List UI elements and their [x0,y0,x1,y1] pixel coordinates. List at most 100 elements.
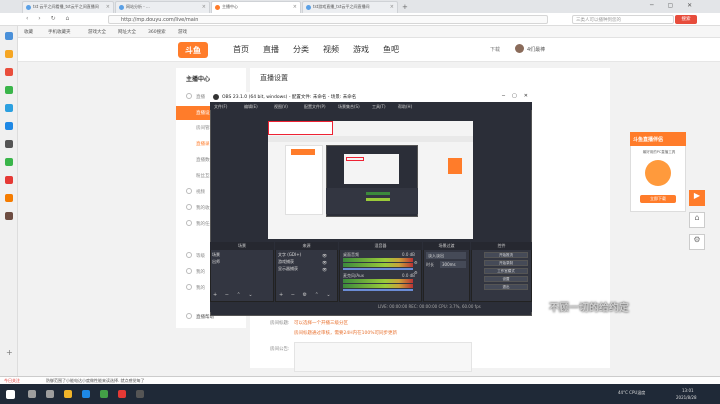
app-taskbar-icon[interactable] [118,390,126,398]
source-toolbar[interactable]: + − ⚙ ⌃ ⌄ [279,292,334,298]
volume-slider[interactable] [343,289,413,291]
nav-video[interactable]: 视频 [323,44,339,55]
obs-menu-item[interactable]: 工具(T) [372,104,386,110]
start-streaming-button[interactable]: 开始推流 [484,252,528,258]
sidebar-app-icon[interactable] [5,176,13,184]
nav-category[interactable]: 分类 [293,44,309,55]
tab-label: 主播中心 [222,4,238,9]
visibility-eye-icon[interactable]: 👁 👁 👁 [322,252,327,273]
scene-item[interactable]: 场景 [212,252,220,258]
nav-fishbar[interactable]: 鱼吧 [383,44,399,55]
sidebar-item[interactable]: 直播 [196,94,205,100]
form-note: 可以选择一个开播三级分区 [294,321,348,326]
start-recording-button[interactable]: 开始录制 [484,260,528,266]
search-icon[interactable] [28,390,36,398]
app-taskbar-icon[interactable] [100,390,108,398]
obs-menu-item[interactable]: 文件(F) [214,104,227,110]
browser-tab[interactable]: 网站分析 - ... × [115,1,210,13]
mixer-settings-icon[interactable]: ⚙ ⚙ [414,258,418,278]
settings-button[interactable]: 设置 [484,276,528,282]
browser-tab[interactable]: tst游戏直播_tst云平之间直播间 × [302,1,398,13]
preview-selection-box [268,121,333,135]
site-logo[interactable]: 斗鱼 [178,42,208,58]
sidebar-app-icon[interactable] [5,68,13,76]
obs-logo-icon [213,94,219,100]
audio-meter [343,263,413,267]
file-explorer-icon[interactable] [64,390,72,398]
nav-buttons[interactable]: ‹ › ↻ ⌂ [26,15,73,22]
obs-menu-item[interactable]: 场景集合(S) [338,104,360,110]
sidebar-app-icon[interactable] [5,32,13,40]
windows-start-icon[interactable] [6,390,15,399]
browser-tab-active[interactable]: 主播中心 × [211,1,301,13]
preview-sidebar-active [291,149,315,155]
exit-button[interactable]: 退出 [484,284,528,290]
task-view-icon[interactable] [46,390,54,398]
source-item[interactable]: 文字 (GDI+) [278,252,301,258]
bookmark-item[interactable]: 收藏 [24,29,33,35]
sidebar-item[interactable]: 视频 [196,189,205,195]
close-icon[interactable]: × [106,4,110,10]
window-controls[interactable]: ─ ▢ ✕ [650,2,698,9]
sidebar-app-icon[interactable] [5,158,13,166]
sidebar-app-icon[interactable] [5,194,13,202]
obs-menu-item[interactable]: 帮助(H) [398,104,412,110]
promo-download-button[interactable]: 立即下载 [640,195,676,203]
sidebar-app-icon[interactable] [5,50,13,58]
settings-icon[interactable]: ⚙ [689,234,705,250]
obs-menu-item[interactable]: 视图(V) [274,104,288,110]
bookmark-item[interactable]: 游戏 [178,29,187,35]
search-input[interactable]: 三类人可以播种到您的 [572,15,674,24]
avatar[interactable] [515,44,524,53]
play-icon[interactable]: ▶ [689,190,705,206]
obs-window-controls[interactable]: ─▢✕ [502,93,535,99]
bookmark-item[interactable]: 网址大全 [118,29,136,35]
sidebar-app-icon[interactable] [5,212,13,220]
bookmark-item[interactable]: 游戏大全 [88,29,106,35]
obs-menu-item[interactable]: 编辑(E) [244,104,258,110]
home-icon[interactable]: ⌂ [689,212,705,228]
source-item[interactable]: 游戏捕获 [278,259,294,265]
announcement-textarea[interactable] [294,342,472,372]
studio-mode-button[interactable]: 工作室模式 [484,268,528,274]
close-icon[interactable]: × [202,4,206,10]
username[interactable]: 4们最棒 [527,46,545,53]
bookmark-item[interactable]: 360搜索 [148,29,166,35]
sidebar-app-icon[interactable] [5,122,13,130]
nav-game[interactable]: 游戏 [353,44,369,55]
browser-tab[interactable]: tst 云平之间看播_tst云平之间直播间 × [22,1,114,13]
nav-home[interactable]: 首页 [233,44,249,55]
mascot-icon [645,160,671,186]
volume-slider[interactable] [343,268,413,270]
source-item[interactable]: 显示器捕获 [278,266,298,272]
duration-input[interactable]: 300ms [440,261,466,268]
new-tab-icon[interactable]: + [402,3,408,11]
bookmark-item[interactable]: 手机收藏夹 [48,29,71,35]
form-note: 房间标题通过审核，需要24H内在100%可同步更新 [294,331,397,336]
obs-menu-item[interactable]: 配置文件(P) [304,104,326,110]
close-icon[interactable]: × [293,4,297,10]
sidebar-title: 主播中心 [186,76,211,83]
sidebar-app-icon[interactable] [5,86,13,94]
scene-toolbar[interactable]: + − ⌃ ⌄ [213,292,256,298]
sidebar-item[interactable]: 我的 [196,285,205,291]
scene-item[interactable]: 出师 [212,259,220,265]
sidebar-app-icon[interactable] [5,140,13,148]
tab-favicon [306,5,311,10]
close-icon[interactable]: × [390,4,394,10]
clock-time: 13:01 [682,388,694,393]
add-icon[interactable]: + [6,348,13,357]
search-button[interactable]: 搜索 [675,15,697,24]
sidebar-item[interactable]: 等级 [196,253,205,259]
audio-meter [343,279,413,283]
browser-taskbar-icon[interactable] [82,390,90,398]
transition-select[interactable]: 淡入淡出 [426,252,466,259]
sidebar-item[interactable]: 我的 [196,269,205,275]
sidebar-item[interactable]: 直播录 [196,141,210,147]
download-link[interactable]: 下载 [490,46,500,53]
obs-taskbar-icon[interactable] [136,390,144,398]
notice-label[interactable]: 今日关注 [4,378,20,384]
nav-live[interactable]: 直播 [263,44,279,55]
url-input[interactable]: http://mp.douyu.com/live/main [108,15,548,24]
sidebar-app-icon[interactable] [5,104,13,112]
